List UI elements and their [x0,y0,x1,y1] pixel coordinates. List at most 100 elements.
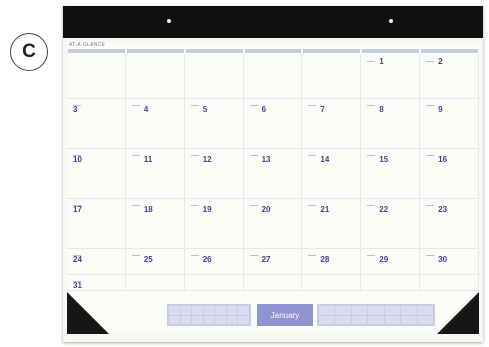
day-cell: 4 [125,99,185,149]
day-cell: 18 [125,199,185,249]
day-number: 23 [438,205,448,214]
hang-hole-right [389,19,393,23]
day-number: 10 [73,155,82,164]
day-cell [184,275,244,291]
day-tick-mark [190,155,199,156]
day-number: 14 [320,155,330,164]
day-number: 22 [379,205,389,214]
day-number: 13 [261,155,271,164]
day-tick-mark [367,155,376,156]
day-cell [125,275,185,291]
day-cell: 25 [125,249,185,275]
day-number: 17 [73,205,82,214]
day-tick-mark [190,105,199,106]
day-cell: 1 [361,55,421,99]
day-number: 7 [320,105,325,114]
day-tick-mark [131,155,140,156]
day-tick-mark [367,255,376,256]
day-tick-mark [367,105,376,106]
weekday-header-row [67,49,479,53]
day-cell: 19 [184,199,244,249]
weekday-header-cell [303,49,361,53]
day-number: 8 [379,105,384,114]
month-name-tab: January [257,304,313,326]
day-tick-mark [131,105,140,106]
weekday-header-cell [244,49,302,53]
day-tick-mark [249,255,258,256]
day-cell [243,275,303,291]
day-cell [184,55,244,99]
day-cell: 31 [67,275,126,291]
day-tick-mark [249,155,258,156]
day-cell: 3 [67,99,126,149]
day-cell: 29 [361,249,421,275]
day-cell [302,55,362,99]
day-cell: 28 [302,249,362,275]
day-cell: 12 [184,149,244,199]
day-tick-mark [426,61,435,62]
option-letter-badge: C [10,33,48,71]
day-cell: 23 [420,199,479,249]
day-number: 2 [438,57,443,66]
day-cell [420,275,479,291]
day-number: 4 [143,105,149,114]
weekday-header-cell [185,49,243,53]
day-number: 26 [202,255,212,264]
day-cell: 17 [67,199,126,249]
day-tick-mark [426,105,435,106]
day-number: 6 [261,105,267,114]
previous-month-mini-calendar [167,304,251,326]
day-cell [243,55,303,99]
day-cell [67,55,126,99]
day-cell: 21 [302,199,362,249]
black-header-strip [63,6,483,38]
day-number: 31 [73,281,82,290]
day-number: 24 [73,255,82,264]
calendar-sheet: AT-A-GLANCE 1 2 3 4 5 6 7 8 9 10 11 12 13 14 15 16 17 18 1… [67,42,479,334]
day-number: 5 [202,105,208,114]
day-tick-mark [308,205,317,206]
day-number: 28 [320,255,330,264]
day-number: 21 [320,205,330,214]
day-tick-mark [308,105,317,106]
weekday-header-cell [68,49,125,53]
day-cell [361,275,421,291]
day-cell: 9 [420,99,479,149]
day-cell [125,55,185,99]
day-number: 19 [202,205,212,214]
day-number: 9 [438,105,443,114]
day-cell: 11 [125,149,185,199]
corner-holder-right [437,292,479,334]
day-number: 27 [261,255,271,264]
day-number: 16 [438,155,448,164]
day-tick-mark [367,61,376,62]
day-number: 15 [379,155,389,164]
day-cell: 20 [243,199,303,249]
day-cell: 7 [302,99,362,149]
day-cell: 5 [184,99,244,149]
weekday-header-cell [362,49,420,53]
day-number: 29 [379,255,389,264]
day-grid: 1 2 3 4 5 6 7 8 9 10 11 12 13 14 15 16 17 18 19 20 21 22 23 24 2… [67,55,479,291]
day-number: 11 [143,155,153,164]
day-cell: 8 [361,99,421,149]
day-cell: 2 [420,55,479,99]
hang-hole-left [167,19,171,23]
calendar-footer: January [67,294,479,334]
day-cell: 16 [420,149,479,199]
day-tick-mark [426,255,435,256]
day-cell: 10 [67,149,126,199]
day-number: 1 [379,57,384,66]
day-tick-mark [308,255,317,256]
day-tick-mark [426,155,435,156]
weekday-header-cell [421,49,478,53]
weekday-header-cell [126,49,184,53]
day-number: 18 [143,205,153,214]
day-cell: 22 [361,199,421,249]
day-cell: 15 [361,149,421,199]
day-number: 20 [261,205,271,214]
day-tick-mark [131,205,140,206]
day-cell: 30 [420,249,479,275]
desk-pad-calendar: AT-A-GLANCE 1 2 3 4 5 6 7 8 9 10 11 12 13 14 15 16 17 18 1… [63,6,483,342]
day-tick-mark [190,255,199,256]
